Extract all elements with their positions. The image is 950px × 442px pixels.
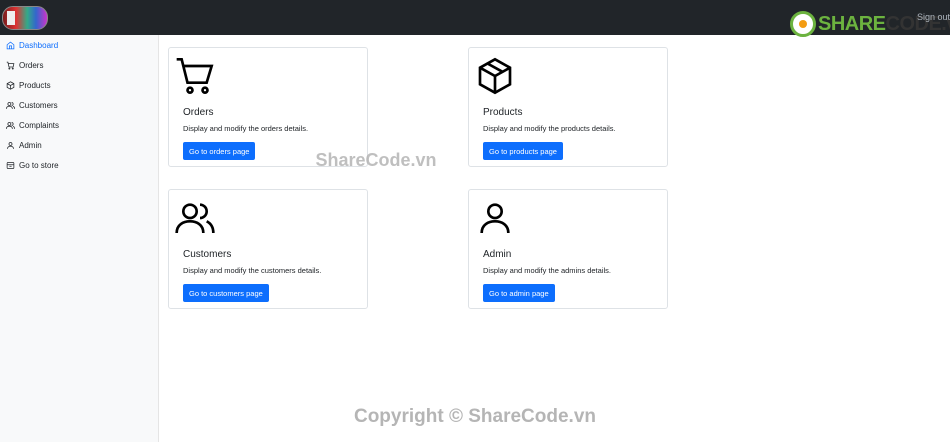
cart-icon bbox=[176, 58, 214, 94]
sidebar-item-label: Orders bbox=[19, 60, 44, 70]
products-card: Products Display and modify the products… bbox=[468, 47, 668, 167]
card-title: Products bbox=[483, 107, 523, 118]
card-description: Display and modify the orders details. bbox=[183, 124, 309, 133]
package-icon bbox=[6, 80, 15, 90]
sidebar-item-orders[interactable]: Orders bbox=[0, 55, 158, 75]
sidebar-item-products[interactable]: Products bbox=[0, 75, 158, 95]
sidebar-item-label: Customers bbox=[19, 100, 58, 110]
users-icon bbox=[175, 203, 215, 234]
sidebar-item-label: Complaints bbox=[19, 120, 60, 130]
go-to-customers-button[interactable]: Go to customers page bbox=[183, 284, 269, 302]
go-to-admin-button[interactable]: Go to admin page bbox=[483, 284, 555, 302]
card-description: Display and modify the admins details. bbox=[483, 266, 611, 275]
admin-card: Admin Display and modify the admins deta… bbox=[468, 189, 668, 309]
store-icon bbox=[6, 161, 15, 169]
sidebar: Dashboard Orders Products Customers Comp… bbox=[0, 35, 159, 442]
orders-card: Orders Display and modify the orders det… bbox=[168, 47, 368, 167]
user-icon bbox=[480, 203, 510, 234]
card-description: Display and modify the customers details… bbox=[183, 266, 322, 275]
sign-out-link[interactable]: Sign out bbox=[917, 12, 950, 22]
sidebar-item-dashboard[interactable]: Dashboard bbox=[0, 35, 158, 55]
user-icon bbox=[7, 141, 14, 149]
users-icon bbox=[6, 121, 15, 129]
users-icon bbox=[6, 101, 15, 109]
card-title: Orders bbox=[183, 107, 214, 118]
card-title: Customers bbox=[183, 249, 232, 260]
sidebar-item-customers[interactable]: Customers bbox=[0, 95, 158, 115]
customers-card: Customers Display and modify the custome… bbox=[168, 189, 368, 309]
sidebar-item-label: Go to store bbox=[19, 160, 59, 170]
center-watermark: ShareCode.vn bbox=[315, 150, 437, 170]
brand-part1: SHARE bbox=[818, 12, 886, 35]
copyright-watermark: Copyright © ShareCode.vn bbox=[353, 406, 597, 427]
package-icon bbox=[478, 57, 512, 95]
home-icon bbox=[6, 41, 15, 49]
sidebar-item-label: Dashboard bbox=[19, 40, 59, 50]
sidebar-item-complaints[interactable]: Complaints bbox=[0, 115, 158, 135]
brand-logo-icon bbox=[790, 11, 816, 37]
top-navbar: SHARECODE.vn Sign out bbox=[0, 0, 950, 37]
card-description: Display and modify the products details. bbox=[483, 124, 616, 133]
sidebar-item-label: Admin bbox=[19, 140, 42, 150]
app-logo[interactable] bbox=[2, 6, 48, 30]
sidebar-item-label: Products bbox=[19, 80, 51, 90]
card-title: Admin bbox=[483, 249, 512, 260]
cart-icon bbox=[6, 61, 15, 69]
